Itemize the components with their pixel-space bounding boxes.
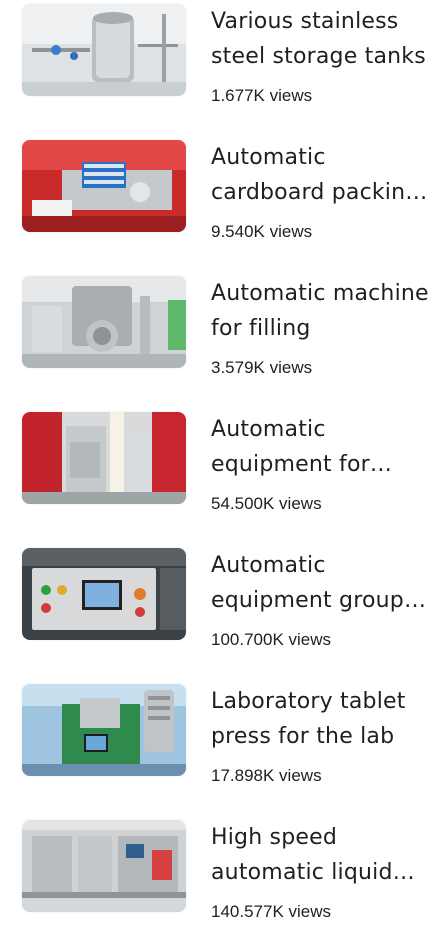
video-title[interactable]: Automatic machine for filling xyxy=(211,276,439,346)
view-count: 17.898K views xyxy=(211,766,322,785)
video-thumbnail[interactable] xyxy=(22,820,186,912)
video-thumbnail[interactable] xyxy=(22,140,186,232)
video-thumbnail[interactable] xyxy=(22,548,186,640)
video-card[interactable]: Automatic equipment group for production… xyxy=(0,544,448,664)
video-title[interactable]: Automatic cardboard packing machine xyxy=(211,140,439,210)
video-card[interactable]: Laboratory tablet press for the lab 17.8… xyxy=(0,680,448,800)
video-thumbnail[interactable] xyxy=(22,684,186,776)
view-count: 54.500K views xyxy=(211,494,322,513)
video-card[interactable]: High speed automatic liquid filling line… xyxy=(0,816,448,936)
video-card[interactable]: Automatic equipment for packaging 54.500… xyxy=(0,408,448,528)
cardboard-machine-photo xyxy=(22,140,186,232)
view-count: 3.579K views xyxy=(211,358,313,377)
video-title[interactable]: High speed automatic liquid filling line xyxy=(211,820,439,890)
control-panel-photo xyxy=(22,548,186,640)
video-card[interactable]: Various stainless steel storage tanks 1.… xyxy=(0,0,448,120)
video-thumbnail[interactable] xyxy=(22,276,186,368)
packaging-equipment-photo xyxy=(22,412,186,504)
video-card[interactable]: Automatic cardboard packing machine 9.54… xyxy=(0,136,448,256)
liquid-filling-line-photo xyxy=(22,820,186,912)
video-card[interactable]: Automatic machine for filling 3.579K vie… xyxy=(0,272,448,392)
video-thumbnail[interactable] xyxy=(22,412,186,504)
video-title[interactable]: Laboratory tablet press for the lab xyxy=(211,684,439,754)
video-title[interactable]: Automatic equipment for packaging xyxy=(211,412,439,482)
view-count: 9.540K views xyxy=(211,222,313,241)
view-count: 1.677K views xyxy=(211,86,313,105)
tablet-press-photo xyxy=(22,684,186,776)
video-list: Various stainless steel storage tanks 1.… xyxy=(0,0,448,925)
view-count: 140.577K views xyxy=(211,902,332,921)
filling-machine-photo xyxy=(22,276,186,368)
video-title[interactable]: Automatic equipment group for production xyxy=(211,548,439,618)
storage-tank-photo xyxy=(22,4,186,96)
view-count: 100.700K views xyxy=(211,630,332,649)
video-thumbnail[interactable] xyxy=(22,4,186,96)
video-title[interactable]: Various stainless steel storage tanks xyxy=(211,4,439,74)
